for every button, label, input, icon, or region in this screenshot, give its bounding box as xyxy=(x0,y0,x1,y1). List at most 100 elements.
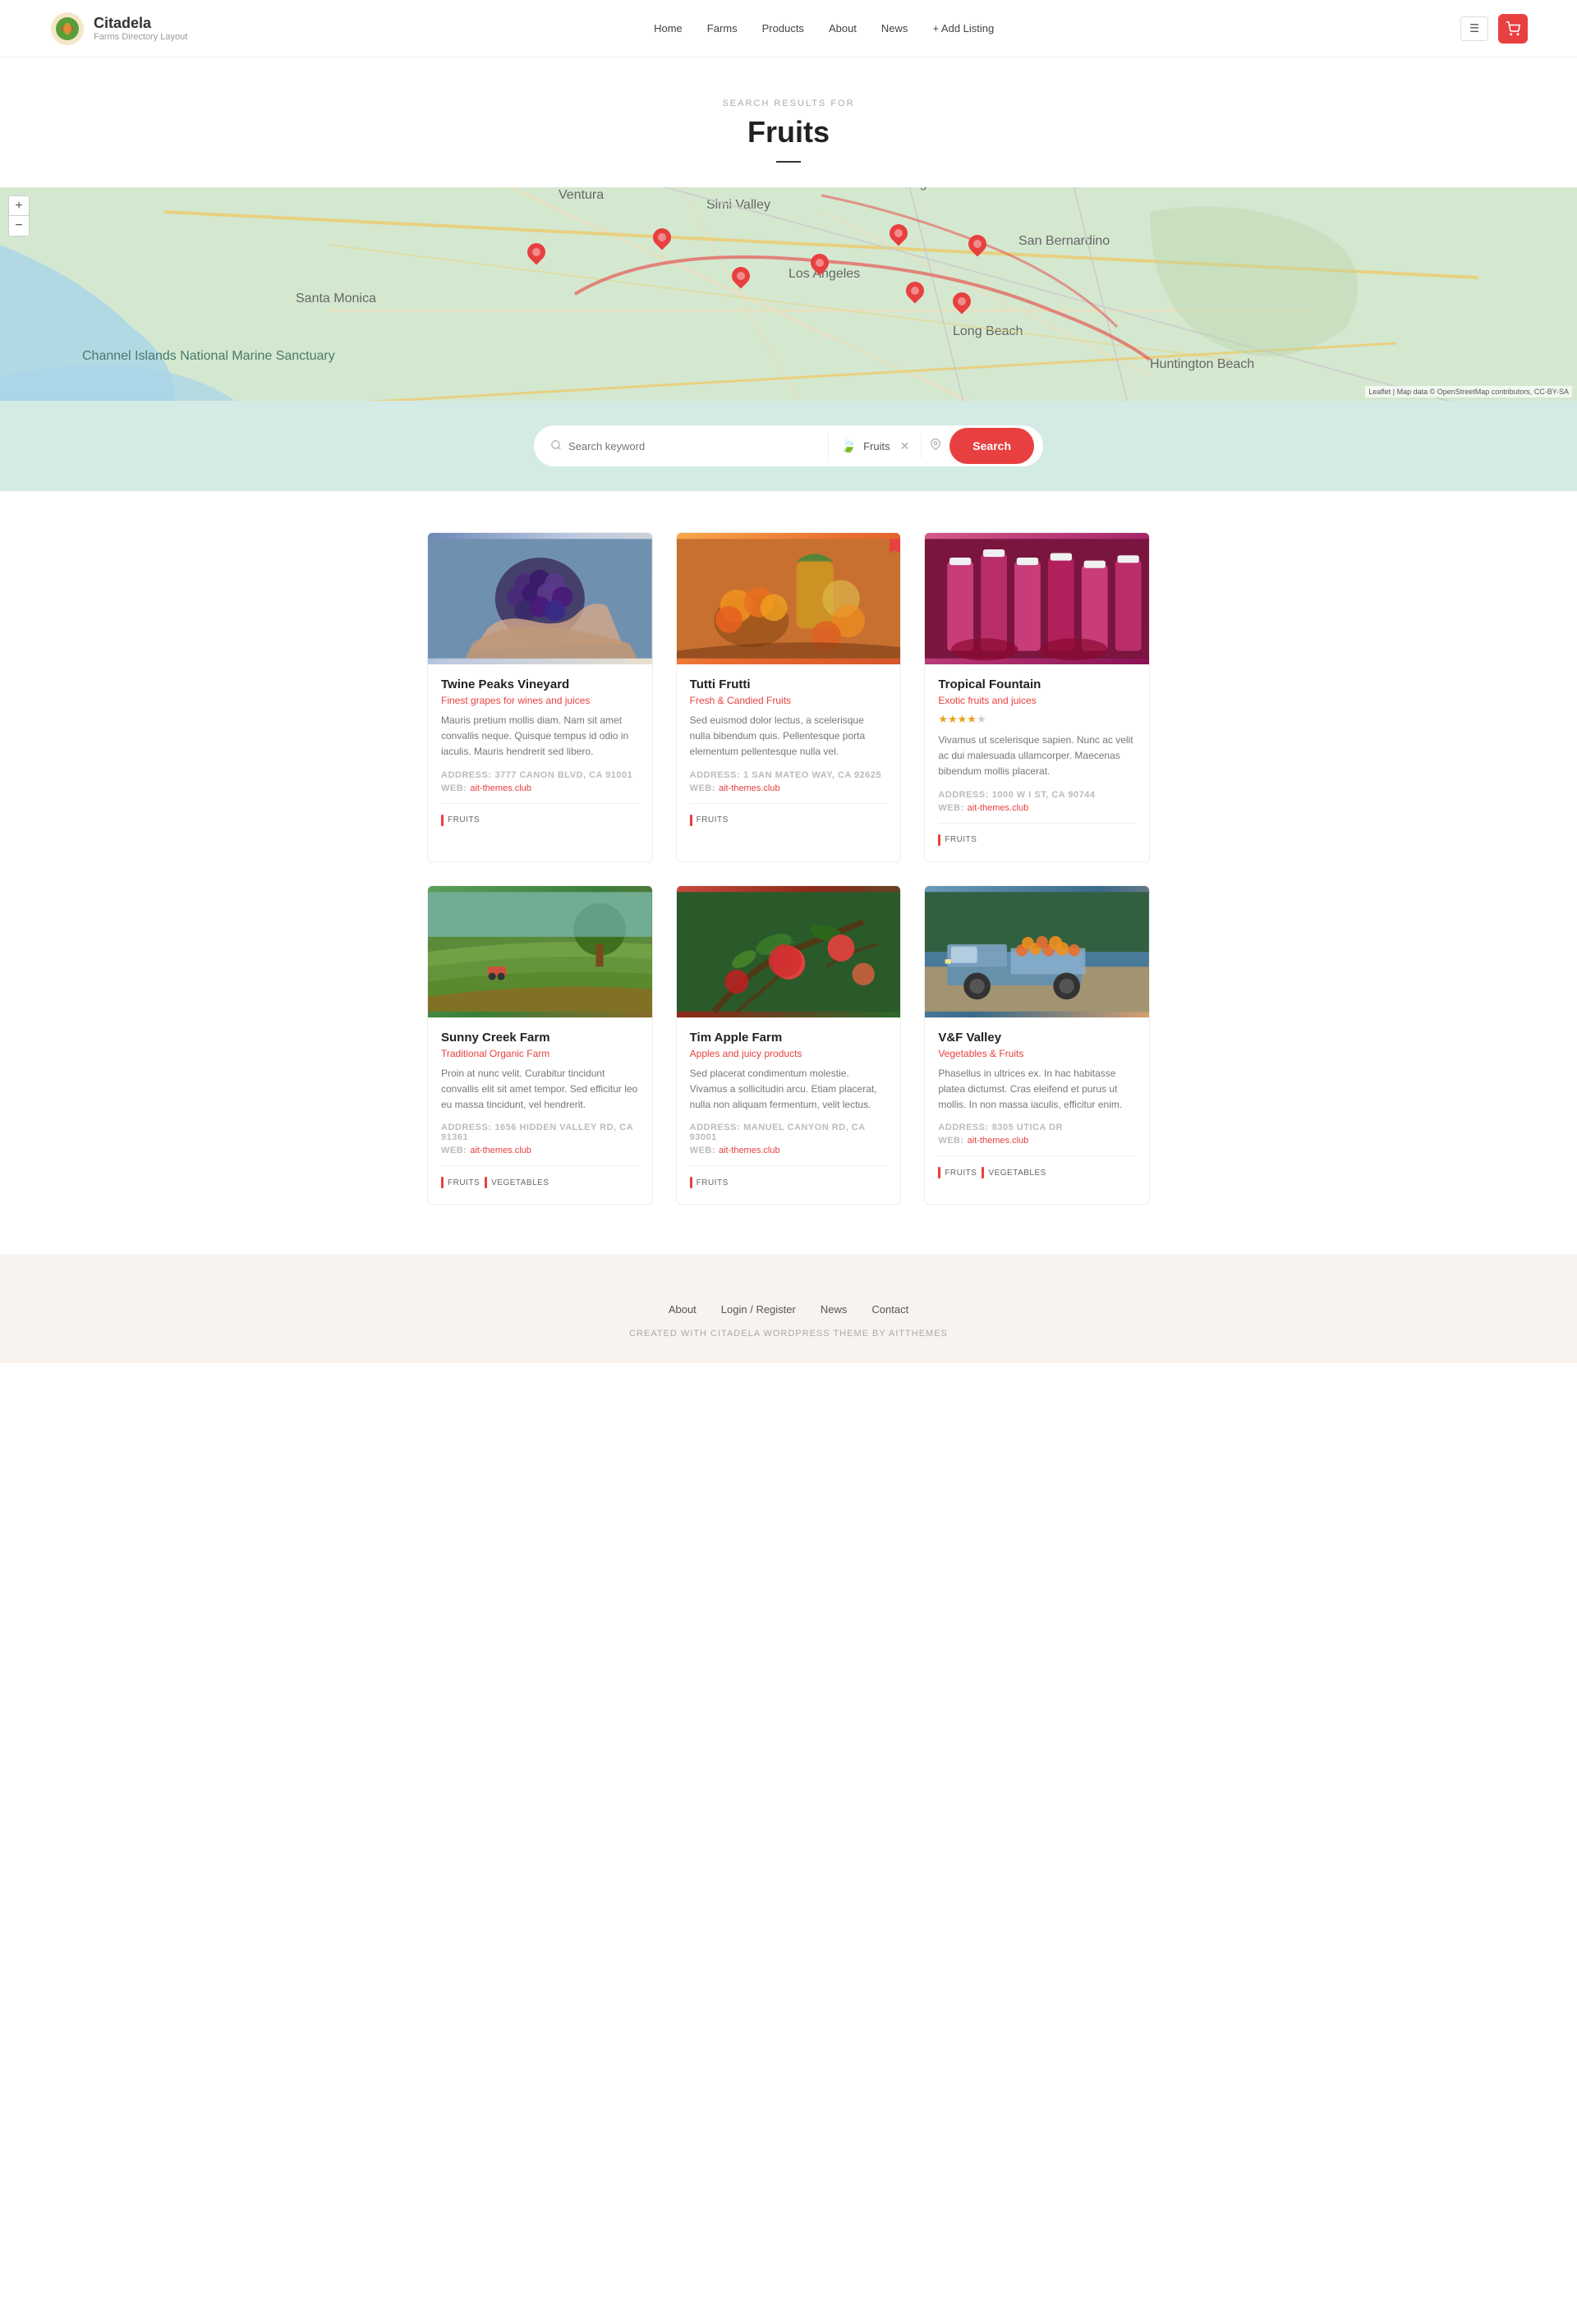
listing-stars-3: ★★★★★ xyxy=(938,713,1136,726)
listing-desc-6: Phasellus in ultrices ex. In hac habitas… xyxy=(938,1066,1136,1114)
map-pin-7[interactable] xyxy=(953,292,971,315)
listing-card-2: Tutti Frutti Fresh & Candied Fruits Sed … xyxy=(676,532,902,862)
listing-body-5: Tim Apple Farm Apples and juicy products… xyxy=(677,1017,901,1205)
nav-add-listing[interactable]: + Add Listing xyxy=(932,22,994,34)
map-pin-5[interactable] xyxy=(968,235,986,258)
footer: About Login / Register News Contact Crea… xyxy=(0,1254,1577,1363)
listing-name-2: Tutti Frutti xyxy=(690,677,888,691)
listing-tag-vegetables-4[interactable]: Vegetables xyxy=(485,1174,549,1191)
listing-web-2: Web:ait-themes.club xyxy=(690,783,888,793)
listing-desc-3: Vivamus ut scelerisque sapien. Nunc ac v… xyxy=(938,733,1136,780)
header-actions: ☰ xyxy=(1460,14,1528,44)
cart-icon xyxy=(1506,21,1520,36)
listing-web-link-6[interactable]: ait-themes.club xyxy=(968,1136,1029,1146)
listing-tag-fruits-5[interactable]: Fruits xyxy=(690,1174,729,1191)
map-pin-3[interactable] xyxy=(811,254,829,277)
map-pin-2[interactable] xyxy=(653,228,671,251)
footer-credit: Created with Citadela WordPress Theme by… xyxy=(16,1329,1561,1339)
footer-link-contact[interactable]: Contact xyxy=(871,1303,908,1316)
listing-web-link-1[interactable]: ait-themes.club xyxy=(470,783,531,793)
listing-web-link-5[interactable]: ait-themes.club xyxy=(719,1146,780,1155)
listing-card-3: Tropical Fountain Exotic fruits and juic… xyxy=(924,532,1150,862)
listing-image-3 xyxy=(925,533,1149,664)
listing-tags-3: Fruits xyxy=(938,823,1136,848)
listing-image-1 xyxy=(428,533,652,664)
search-button[interactable]: Search xyxy=(949,428,1034,464)
listing-image-svg-4 xyxy=(428,886,652,1017)
nav-home[interactable]: Home xyxy=(654,22,683,34)
map-container[interactable]: Santa Barbara Ventura Simi Valley Angele… xyxy=(0,187,1577,401)
listing-tag-fruits-3[interactable]: Fruits xyxy=(938,832,977,848)
listing-category-5: Apples and juicy products xyxy=(690,1048,888,1059)
search-keyword-input[interactable] xyxy=(568,440,818,452)
listing-body-6: V&F Valley Vegetables & Fruits Phasellus… xyxy=(925,1017,1149,1195)
logo[interactable]: Citadela Farms Directory Layout xyxy=(49,11,187,47)
listing-tags-2: Fruits xyxy=(690,803,888,829)
listing-tag-fruits-2[interactable]: Fruits xyxy=(690,812,729,829)
logo-title: Citadela xyxy=(94,15,187,32)
listing-tags-5: Fruits xyxy=(690,1165,888,1191)
map-pin-8[interactable] xyxy=(732,267,750,290)
footer-link-login[interactable]: Login / Register xyxy=(721,1303,796,1316)
listing-image-4 xyxy=(428,886,652,1017)
hero-section: Search Results For Fruits xyxy=(0,57,1577,187)
map-pin-4[interactable] xyxy=(890,224,908,247)
listing-tag-vegetables-6[interactable]: Vegetables xyxy=(982,1164,1046,1181)
search-section: 🍃 Fruits ✕ Search xyxy=(0,401,1577,491)
category-clear-button[interactable]: ✕ xyxy=(900,439,910,453)
logo-subtitle: Farms Directory Layout xyxy=(94,32,187,42)
listing-name-1: Twine Peaks Vineyard xyxy=(441,677,639,691)
listing-body-1: Twine Peaks Vineyard Finest grapes for w… xyxy=(428,664,652,842)
listing-web-link-4[interactable]: ait-themes.club xyxy=(470,1146,531,1155)
main-nav: Home Farms Products About News + Add Lis… xyxy=(654,22,994,34)
listing-category-1: Finest grapes for wines and juices xyxy=(441,695,639,706)
listing-image-svg-2 xyxy=(677,533,901,664)
listing-desc-2: Sed euismod dolor lectus, a scelerisque … xyxy=(690,713,888,760)
header: Citadela Farms Directory Layout Home Far… xyxy=(0,0,1577,57)
listing-name-6: V&F Valley xyxy=(938,1031,1136,1045)
listing-web-6: Web:ait-themes.club xyxy=(938,1136,1136,1146)
listing-web-link-2[interactable]: ait-themes.club xyxy=(719,783,780,793)
footer-link-news[interactable]: News xyxy=(821,1303,848,1316)
footer-link-about[interactable]: About xyxy=(669,1303,697,1316)
hamburger-button[interactable]: ☰ xyxy=(1460,16,1488,41)
map-pin-1[interactable] xyxy=(527,243,545,266)
nav-products[interactable]: Products xyxy=(762,22,804,34)
listing-card-6: V&F Valley Vegetables & Fruits Phasellus… xyxy=(924,885,1150,1206)
map-attribution: Leaflet | Map data © OpenStreetMap contr… xyxy=(1365,386,1572,397)
listing-address-5: Address:Manuel Canyon Rd, CA 93001 xyxy=(690,1123,888,1142)
listing-web-1: Web:ait-themes.club xyxy=(441,783,639,793)
cart-button[interactable] xyxy=(1498,14,1528,44)
listing-body-2: Tutti Frutti Fresh & Candied Fruits Sed … xyxy=(677,664,901,842)
listing-image-2 xyxy=(677,533,901,664)
listing-web-link-3[interactable]: ait-themes.club xyxy=(968,803,1029,813)
logo-text: Citadela Farms Directory Layout xyxy=(94,15,187,42)
map-pins xyxy=(0,187,1577,401)
listing-tag-fruits-1[interactable]: Fruits xyxy=(441,812,480,829)
listing-name-3: Tropical Fountain xyxy=(938,677,1136,691)
category-label: Fruits xyxy=(863,440,890,452)
hero-divider xyxy=(776,161,801,163)
nav-news[interactable]: News xyxy=(881,22,908,34)
search-icon xyxy=(550,439,562,453)
listing-tags-1: Fruits xyxy=(441,803,639,829)
listing-tag-fruits-6[interactable]: Fruits xyxy=(938,1164,977,1181)
listing-web-5: Web:ait-themes.club xyxy=(690,1146,888,1155)
listing-address-1: Address:3777 Canon Blvd, CA 91001 xyxy=(441,770,639,780)
location-icon xyxy=(922,439,949,454)
listing-image-5 xyxy=(677,886,901,1017)
listing-tag-fruits-4[interactable]: Fruits xyxy=(441,1174,480,1191)
listing-category-2: Fresh & Candied Fruits xyxy=(690,695,888,706)
listing-category-4: Traditional Organic Farm xyxy=(441,1048,639,1059)
listings-section: Twine Peaks Vineyard Finest grapes for w… xyxy=(411,532,1166,1205)
nav-farms[interactable]: Farms xyxy=(707,22,738,34)
search-category-field[interactable]: 🍃 Fruits ✕ xyxy=(829,438,921,454)
map-pin-6[interactable] xyxy=(906,282,924,305)
listing-address-6: Address:8305 Utica Dr xyxy=(938,1123,1136,1132)
listing-name-4: Sunny Creek Farm xyxy=(441,1031,639,1045)
logo-icon xyxy=(49,11,85,47)
listing-image-svg-5 xyxy=(677,886,901,1017)
nav-about[interactable]: About xyxy=(829,22,857,34)
listing-card-5: Tim Apple Farm Apples and juicy products… xyxy=(676,885,902,1206)
listing-desc-5: Sed placerat condimentum molestie. Vivam… xyxy=(690,1066,888,1114)
